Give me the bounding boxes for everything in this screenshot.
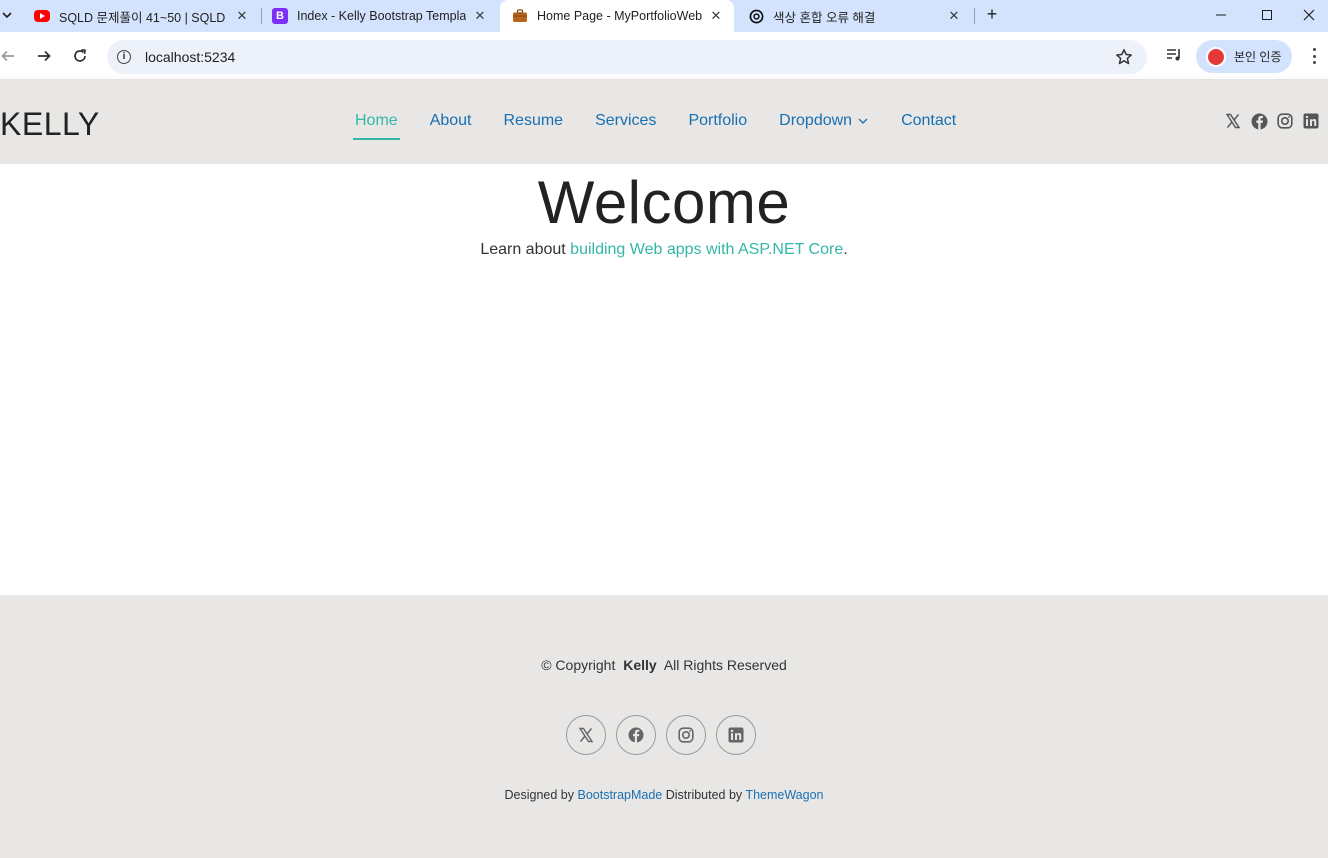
instagram-icon[interactable] <box>666 715 706 755</box>
tab-title: Home Page - MyPortfolioWebApp <box>537 9 702 23</box>
bootstrap-icon: B <box>272 8 288 24</box>
site-footer: © Copyright Kelly All Rights Reserved De… <box>0 595 1328 858</box>
openai-icon <box>748 8 764 24</box>
reload-icon[interactable] <box>68 44 92 68</box>
close-window-icon[interactable] <box>1290 0 1328 30</box>
designed-by-label: Designed by <box>504 788 575 802</box>
lead-prefix: Learn about <box>480 241 571 258</box>
browser-toolbar: i localhost:5234 본인 인증 <box>0 32 1328 80</box>
maximize-window-icon[interactable] <box>1244 0 1290 30</box>
minimize-window-icon[interactable] <box>1198 0 1244 30</box>
nav-services[interactable]: Services <box>595 112 656 130</box>
nav-contact[interactable]: Contact <box>901 112 956 130</box>
tab-title: Index - Kelly Bootstrap Template <box>297 9 466 23</box>
tab-title: SQLD 문제풀이 41~50 | SQLD <box>59 10 226 25</box>
nav-about[interactable]: About <box>430 112 472 130</box>
linkedin-icon[interactable] <box>716 715 756 755</box>
forward-arrow-icon[interactable] <box>32 44 56 68</box>
copyright: © Copyright Kelly All Rights Reserved <box>0 657 1328 673</box>
lead-text: Learn about building Web apps with ASP.N… <box>0 241 1328 259</box>
chevron-down-icon <box>857 115 869 127</box>
close-tab-icon[interactable]: ✕ <box>234 8 250 24</box>
footer-social-links <box>566 715 766 755</box>
nav-dropdown-label: Dropdown <box>779 112 853 129</box>
tab-search-chevron-icon[interactable] <box>0 6 14 24</box>
site-header: KELLY Home About Resume Services Portfol… <box>0 80 1328 164</box>
youtube-icon <box>34 10 50 22</box>
browser-tab-color-mix[interactable]: 색상 혼합 오류 해결 ✕ <box>736 0 972 32</box>
nav-home[interactable]: Home <box>353 112 400 140</box>
lead-suffix: . <box>843 241 848 258</box>
browser-tab-bar: SQLD 문제풀이 41~50 | SQLD ✕ B Index - Kelly… <box>0 0 1328 32</box>
profile-verify-button[interactable]: 본인 인증 <box>1196 40 1292 73</box>
copyright-name: Kelly <box>623 657 657 673</box>
page-title: Welcome <box>537 169 791 236</box>
themewagon-link[interactable]: ThemeWagon <box>745 788 823 802</box>
close-tab-icon[interactable]: ✕ <box>946 8 962 24</box>
main-content: Welcome Learn about building Web apps wi… <box>0 164 1328 595</box>
media-queue-icon[interactable] <box>1165 46 1183 69</box>
bootstrapmade-link[interactable]: BootstrapMade <box>577 788 662 802</box>
linkedin-icon[interactable] <box>1302 112 1320 130</box>
new-tab-plus-icon[interactable]: + <box>982 4 1002 24</box>
tab-divider <box>974 8 975 24</box>
copyright-suffix: All Rights Reserved <box>663 657 787 673</box>
close-tab-icon[interactable]: ✕ <box>472 8 488 24</box>
x-twitter-icon[interactable] <box>1224 112 1242 130</box>
site-info-icon[interactable]: i <box>117 50 131 64</box>
profile-avatar <box>1206 46 1226 67</box>
main-nav: Home About Resume Services Portfolio Dro… <box>353 112 988 140</box>
x-twitter-icon[interactable] <box>566 715 606 755</box>
copyright-prefix: © Copyright <box>541 657 616 673</box>
browser-menu-icon[interactable] <box>1306 46 1322 66</box>
nav-dropdown[interactable]: Dropdown <box>779 112 869 130</box>
instagram-icon[interactable] <box>1276 112 1294 130</box>
back-arrow-icon[interactable] <box>0 44 20 68</box>
address-bar[interactable]: i localhost:5234 <box>107 40 1147 74</box>
browser-tab-kelly-index[interactable]: B Index - Kelly Bootstrap Template ✕ <box>260 0 498 32</box>
site-logo[interactable]: KELLY <box>0 106 100 143</box>
close-tab-icon[interactable]: ✕ <box>708 8 724 24</box>
bookmark-star-icon[interactable] <box>1115 48 1133 71</box>
nav-resume[interactable]: Resume <box>504 112 564 130</box>
browser-tab-sqld[interactable]: SQLD 문제풀이 41~50 | SQLD ✕ <box>22 0 260 32</box>
aspnet-docs-link[interactable]: building Web apps with ASP.NET Core <box>570 241 843 258</box>
tab-title: 색상 혼합 오류 해결 <box>773 10 876 25</box>
credits: Designed by BootstrapMade Distributed by… <box>0 788 1328 802</box>
distributed-by-label: Distributed by <box>665 788 743 802</box>
briefcase-icon <box>512 8 528 24</box>
facebook-icon[interactable] <box>1250 112 1268 130</box>
nav-portfolio[interactable]: Portfolio <box>688 112 747 130</box>
profile-label: 본인 인증 <box>1234 50 1282 64</box>
facebook-icon[interactable] <box>616 715 656 755</box>
header-social-links <box>1216 112 1320 130</box>
browser-tab-home-page[interactable]: Home Page - MyPortfolioWebApp ✕ <box>500 0 734 32</box>
address-url[interactable]: localhost:5234 <box>145 49 235 65</box>
